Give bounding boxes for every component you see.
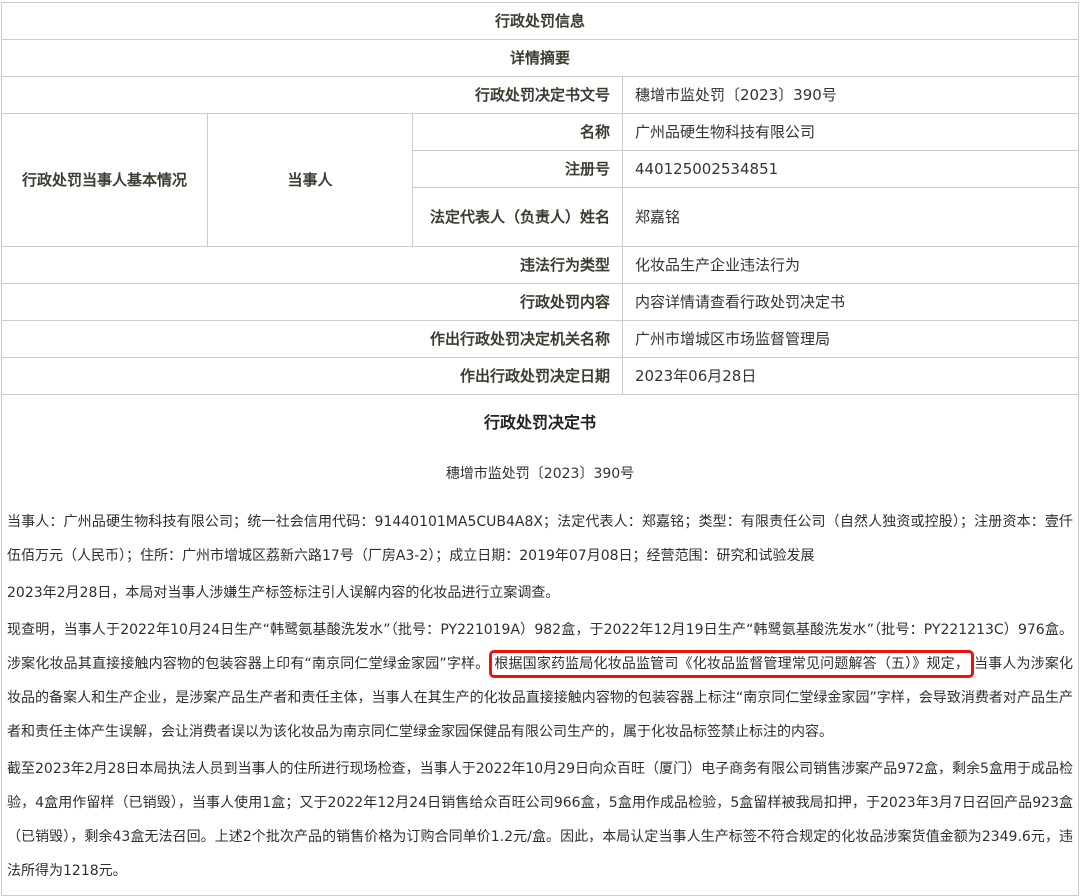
party-regno-value: 440125002534851 [623,151,1079,188]
summary-section-title: 详情摘要 [2,40,1079,77]
party-name-label: 名称 [413,114,623,151]
document-paragraph-findings: 现查明，当事人于2022年10月24日生产“韩鹭氨基酸洗发水”（批号：PY221… [7,613,1073,749]
violation-type-value: 化妆品生产企业违法行为 [623,247,1079,284]
penalty-content-label: 行政处罚内容 [2,284,623,321]
penalty-info-page: 行政处罚信息 详情摘要 行政处罚决定书文号 穗增市监处罚〔2023〕390号 行… [1,2,1079,896]
penalty-decision-document: 行政处罚决定书 穗增市监处罚〔2023〕390号 当事人：广州品硬生物科技有限公… [1,395,1079,896]
document-paragraph-case-filing: 2023年2月28日，本局对当事人涉嫌生产标签标注引人误解内容的化妆品进行立案调… [7,576,1073,610]
party-group-label: 行政处罚当事人基本情况 [2,114,208,247]
party-legalrep-value: 郑嘉铭 [623,188,1079,247]
doc-no-value: 穗增市监处罚〔2023〕390号 [623,77,1079,114]
doc-no-label: 行政处罚决定书文号 [2,77,623,114]
violation-type-label: 违法行为类型 [2,247,623,284]
party-regno-label: 注册号 [413,151,623,188]
document-title: 行政处罚决定书 [7,409,1073,433]
table-row: 详情摘要 [2,40,1079,77]
decision-date-label: 作出行政处罚决定日期 [2,358,623,395]
document-paragraph-inspection: 截至2023年2月28日本局执法人员到当事人的住所进行现场检查，当事人于2022… [7,752,1073,888]
penalty-content-value: 内容详情请查看行政处罚决定书 [623,284,1079,321]
table-row: 作出行政处罚决定日期 2023年06月28日 [2,358,1079,395]
document-number: 穗增市监处罚〔2023〕390号 [7,463,1073,483]
decision-date-value: 2023年06月28日 [623,358,1079,395]
page-title: 行政处罚信息 [2,3,1079,40]
highlight-box: 根据国家药监局化妆品监管司《化妆品监督管理常见问题解答（五）》规定， [489,650,974,678]
authority-label: 作出行政处罚决定机关名称 [2,321,623,358]
document-paragraph-party: 当事人：广州品硬生物科技有限公司；统一社会信用代码：91440101MA5CUB… [7,505,1073,573]
penalty-summary-table: 行政处罚信息 详情摘要 行政处罚决定书文号 穗增市监处罚〔2023〕390号 行… [1,2,1079,395]
party-name-value: 广州品硬生物科技有限公司 [623,114,1079,151]
table-row: 行政处罚决定书文号 穗增市监处罚〔2023〕390号 [2,77,1079,114]
table-row: 行政处罚当事人基本情况 当事人 名称 广州品硬生物科技有限公司 [2,114,1079,151]
table-row: 行政处罚信息 [2,3,1079,40]
authority-value: 广州市增城区市场监督管理局 [623,321,1079,358]
party-legalrep-label: 法定代表人（负责人）姓名 [413,188,623,247]
table-row: 行政处罚内容 内容详情请查看行政处罚决定书 [2,284,1079,321]
party-role-label: 当事人 [208,114,413,247]
table-row: 作出行政处罚决定机关名称 广州市增城区市场监督管理局 [2,321,1079,358]
table-row: 违法行为类型 化妆品生产企业违法行为 [2,247,1079,284]
